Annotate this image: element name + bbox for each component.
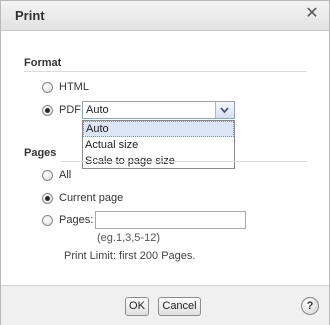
dialog-title: Print (15, 8, 45, 23)
format-divider (24, 71, 307, 72)
pdf-size-value: Auto (86, 104, 109, 116)
pdf-size-select[interactable]: Auto (82, 101, 235, 119)
print-dialog: Print ✕ Format HTML PDF Auto Auto Actual… (0, 0, 330, 325)
ok-button[interactable]: OK (125, 297, 149, 316)
pages-divider (61, 161, 307, 162)
radio-pages-label[interactable]: Pages: (59, 214, 93, 226)
page-range-hint: (eg.1,3,5-12) (97, 232, 160, 244)
radio-html-label[interactable]: HTML (59, 81, 89, 93)
close-icon[interactable]: ✕ (305, 6, 319, 22)
format-heading: Format (24, 57, 62, 69)
radio-all-label[interactable]: All (59, 169, 71, 181)
radio-current-page[interactable] (42, 193, 53, 204)
radio-current-page-label[interactable]: Current page (59, 192, 123, 204)
print-limit-text: Print Limit: first 200 Pages. (64, 250, 196, 262)
cancel-button[interactable]: Cancel (158, 297, 201, 316)
title-bar[interactable]: Print ✕ (1, 1, 329, 31)
dropdown-option-auto[interactable]: Auto (83, 121, 234, 137)
pages-heading: Pages (24, 147, 57, 159)
dropdown-option-actual-size[interactable]: Actual size (83, 137, 234, 153)
radio-pdf-label[interactable]: PDF (59, 104, 81, 116)
help-icon[interactable]: ? (301, 297, 319, 315)
chevron-down-icon[interactable] (215, 102, 234, 118)
radio-pdf[interactable] (42, 105, 53, 116)
radio-pages[interactable] (42, 215, 53, 226)
page-range-input[interactable] (95, 211, 246, 229)
radio-html[interactable] (42, 82, 53, 93)
dialog-footer: OK Cancel ? (1, 285, 329, 325)
radio-all[interactable] (42, 170, 53, 181)
